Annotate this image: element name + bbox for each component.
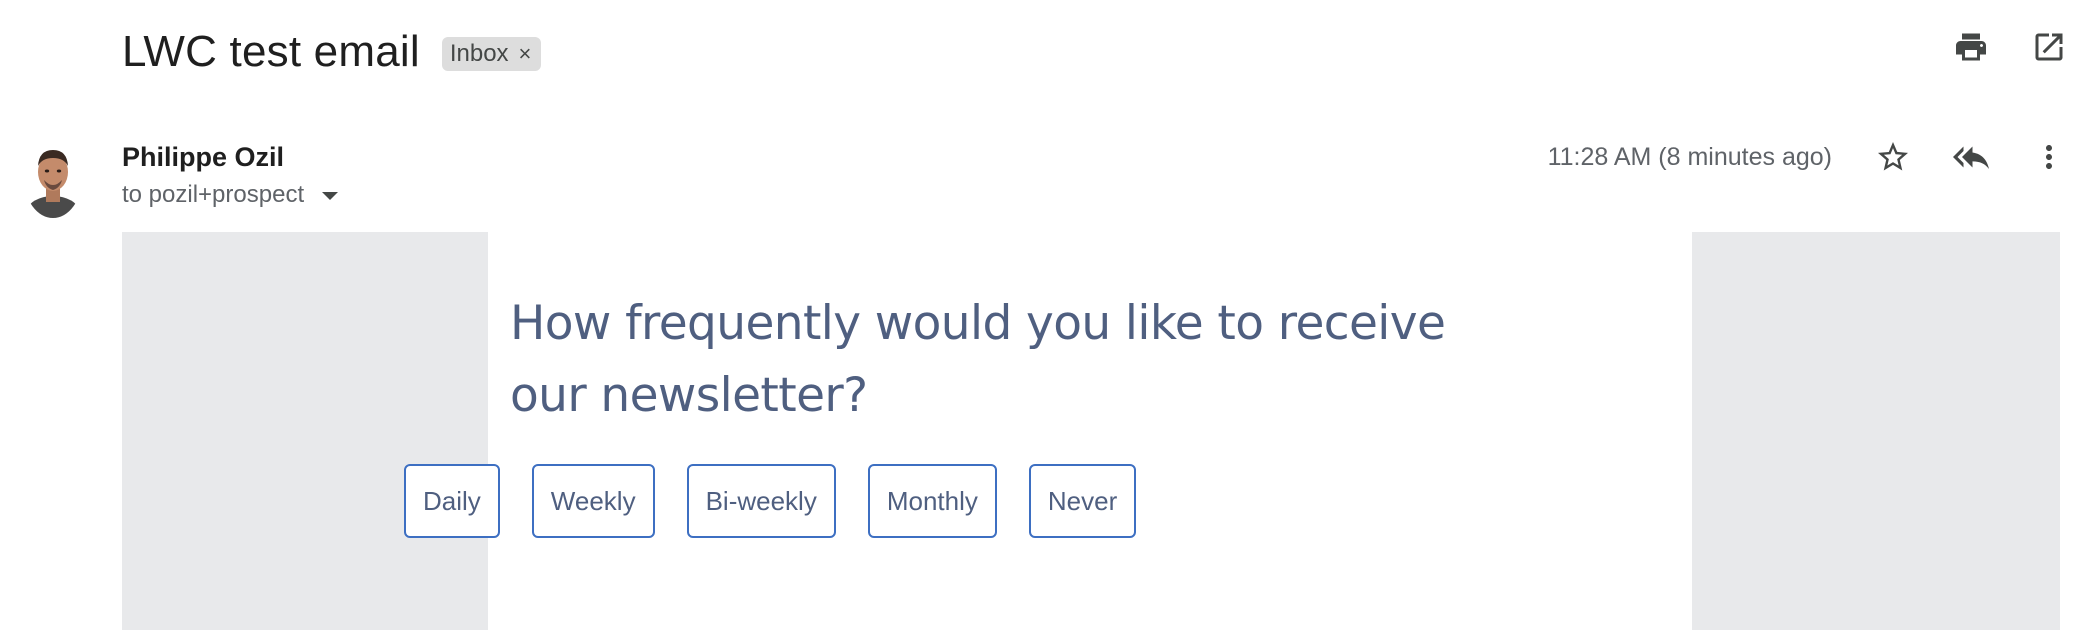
option-weekly-button[interactable]: Weekly bbox=[531, 464, 655, 538]
reply-all-button[interactable] bbox=[1952, 138, 1990, 176]
chevron-down-icon bbox=[322, 192, 339, 200]
option-monthly-button[interactable]: Monthly bbox=[867, 464, 997, 538]
message-actions bbox=[1874, 138, 2068, 176]
top-actions bbox=[1952, 28, 2082, 66]
more-vert-icon bbox=[2046, 145, 2052, 169]
remove-label-icon[interactable]: × bbox=[519, 43, 532, 65]
print-icon bbox=[1956, 33, 1986, 61]
message-timestamp: 11:28 AM (8 minutes ago) bbox=[1547, 143, 1832, 171]
recipient-details-toggle[interactable]: to pozil+prospect bbox=[122, 180, 339, 210]
email-subject: LWC test email bbox=[122, 27, 420, 76]
email-card: How frequently would you like to receive… bbox=[488, 232, 1692, 630]
more-options-button[interactable] bbox=[2030, 138, 2068, 176]
sender-name[interactable]: Philippe Ozil bbox=[122, 140, 284, 174]
inbox-label-chip[interactable]: Inbox × bbox=[441, 37, 542, 71]
avatar[interactable] bbox=[24, 138, 82, 218]
label-chip-text: Inbox bbox=[449, 40, 509, 67]
open-in-new-window-icon bbox=[2035, 33, 2063, 61]
option-never-button[interactable]: Never bbox=[1028, 464, 1137, 538]
option-daily-button[interactable]: Daily bbox=[404, 464, 500, 538]
star-button[interactable] bbox=[1874, 138, 1912, 176]
reply-all-icon bbox=[1953, 146, 1989, 169]
star-icon bbox=[1878, 142, 1908, 171]
message-meta: 11:28 AM (8 minutes ago) bbox=[1548, 134, 2082, 180]
email-body: How frequently would you like to receive… bbox=[122, 232, 2060, 630]
subject-header: LWC test email Inbox × bbox=[122, 26, 542, 78]
open-in-new-window-button[interactable] bbox=[2030, 28, 2068, 66]
print-button[interactable] bbox=[1952, 28, 1990, 66]
frequency-options: Daily Weekly Bi-weekly Monthly Never bbox=[404, 464, 1137, 538]
avatar-photo bbox=[24, 138, 82, 218]
newsletter-question: How frequently would you like to receive… bbox=[510, 296, 1446, 423]
option-bi-weekly-button[interactable]: Bi-weekly bbox=[686, 464, 836, 538]
recipient-text: to pozil+prospect bbox=[122, 181, 305, 208]
